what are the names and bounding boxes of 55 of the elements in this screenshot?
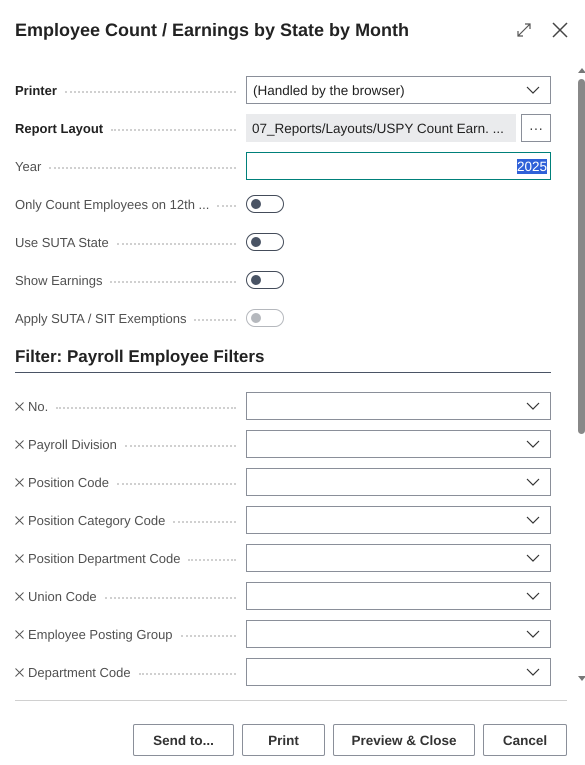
field-label: Department Code [28, 664, 131, 680]
chevron-down-icon [526, 554, 540, 562]
dialog-button[interactable]: Cancel [483, 724, 567, 756]
section-heading: Filter: Payroll Employee Filters [15, 347, 551, 373]
clear-filter-icon[interactable] [15, 478, 24, 486]
expand-icon[interactable] [516, 22, 532, 38]
clear-filter-icon[interactable] [15, 516, 24, 524]
field-label: Only Count Employees on 12th ... [15, 196, 210, 212]
toggle-switch[interactable] [246, 195, 284, 213]
dialog-title: Employee Count / Earnings by State by Month [15, 20, 410, 40]
chevron-down-icon [526, 630, 540, 638]
field-label: Position Department Code [28, 550, 180, 566]
field-label: Printer [15, 82, 57, 98]
clear-filter-icon[interactable] [15, 440, 24, 448]
chevron-down-icon [526, 86, 540, 94]
field-label: Employee Posting Group [28, 626, 173, 642]
dialog-button[interactable]: Print [242, 724, 325, 756]
field-label: Use SUTA State [15, 234, 109, 250]
dialog-button[interactable]: Send to... [133, 724, 234, 756]
chevron-down-icon [526, 516, 540, 524]
filter-dropdown[interactable] [246, 544, 551, 572]
toggle-switch[interactable] [246, 271, 284, 289]
filter-dropdown[interactable] [246, 392, 551, 420]
field-label: No. [28, 398, 48, 414]
field-label: Payroll Division [28, 436, 117, 452]
filter-dropdown[interactable] [246, 658, 551, 686]
chevron-down-icon [526, 402, 540, 410]
more-options-button[interactable]: ··· [521, 114, 551, 142]
layout-field[interactable]: 07_Reports/Layouts/USPY Count Earn. ... [246, 114, 516, 142]
field-label: Report Layout [15, 120, 104, 136]
close-icon[interactable] [552, 22, 568, 38]
filter-dropdown[interactable] [246, 620, 551, 648]
field-label: Apply SUTA / SIT Exemptions [15, 310, 186, 326]
field-label: Union Code [28, 588, 97, 604]
dropdown-field[interactable]: (Handled by the browser) [246, 76, 551, 104]
field-label: Year [15, 158, 42, 174]
filter-dropdown[interactable] [246, 582, 551, 610]
clear-filter-icon[interactable] [15, 668, 24, 676]
year-input[interactable]: 2025 [246, 152, 551, 180]
clear-filter-icon[interactable] [15, 630, 24, 638]
toggle-switch[interactable] [246, 233, 284, 251]
field-label: Position Category Code [28, 512, 166, 528]
filter-dropdown[interactable] [246, 430, 551, 458]
dialog-button[interactable]: Preview & Close [333, 724, 475, 756]
chevron-down-icon [526, 668, 540, 676]
chevron-down-icon [526, 592, 540, 600]
clear-filter-icon[interactable] [15, 592, 24, 600]
clear-filter-icon[interactable] [15, 554, 24, 562]
field-label: Show Earnings [15, 272, 102, 288]
clear-filter-icon[interactable] [15, 402, 24, 410]
chevron-down-icon [526, 478, 540, 486]
chevron-down-icon [526, 440, 540, 448]
field-label: Position Code [28, 474, 109, 490]
filter-dropdown[interactable] [246, 468, 551, 496]
filter-dropdown[interactable] [246, 506, 551, 534]
